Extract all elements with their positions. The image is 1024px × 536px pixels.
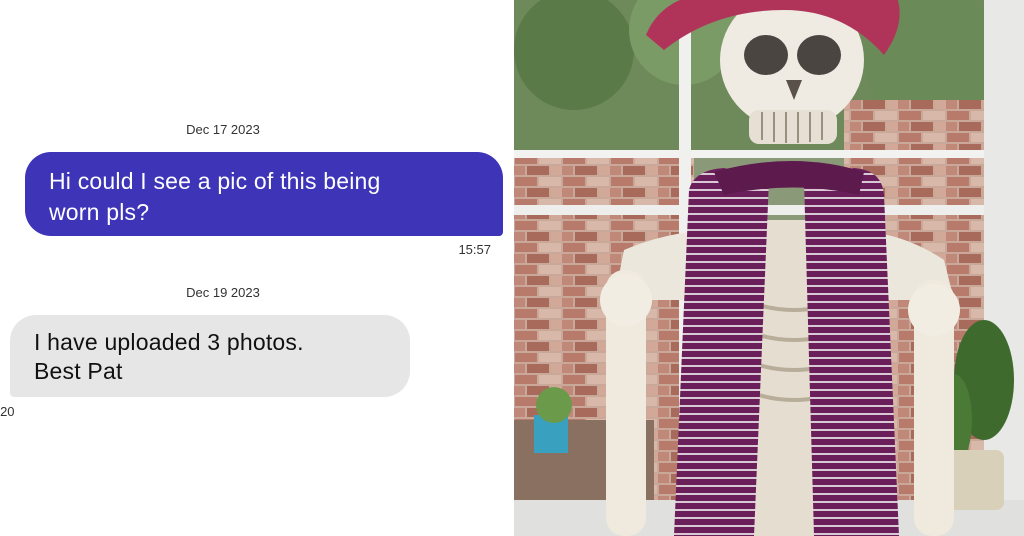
- message-timestamp: 10:20: [0, 404, 15, 419]
- message-text-line: worn pls?: [49, 199, 150, 225]
- skeleton-scarf-photo: [514, 0, 1024, 536]
- scarf-right: [804, 168, 899, 536]
- photo-illustration: [514, 0, 1024, 536]
- message-timestamp: 15:57: [458, 242, 491, 257]
- date-separator: Dec 17 2023: [186, 122, 260, 137]
- date-separator: Dec 19 2023: [186, 285, 260, 300]
- window-frame: [514, 150, 1024, 158]
- chat-panel: Dec 17 2023 Hi could I see a pic of this…: [0, 0, 514, 536]
- message-text-line: Best Pat: [34, 358, 123, 384]
- message-text-line: I have uploaded 3 photos.: [34, 329, 304, 355]
- incoming-message-bubble[interactable]: I have uploaded 3 photos. Best Pat: [10, 315, 410, 397]
- scarf-left: [674, 168, 769, 536]
- outgoing-message-bubble[interactable]: Hi could I see a pic of this being worn …: [25, 152, 503, 236]
- message-text-line: Hi could I see a pic of this being: [49, 168, 381, 194]
